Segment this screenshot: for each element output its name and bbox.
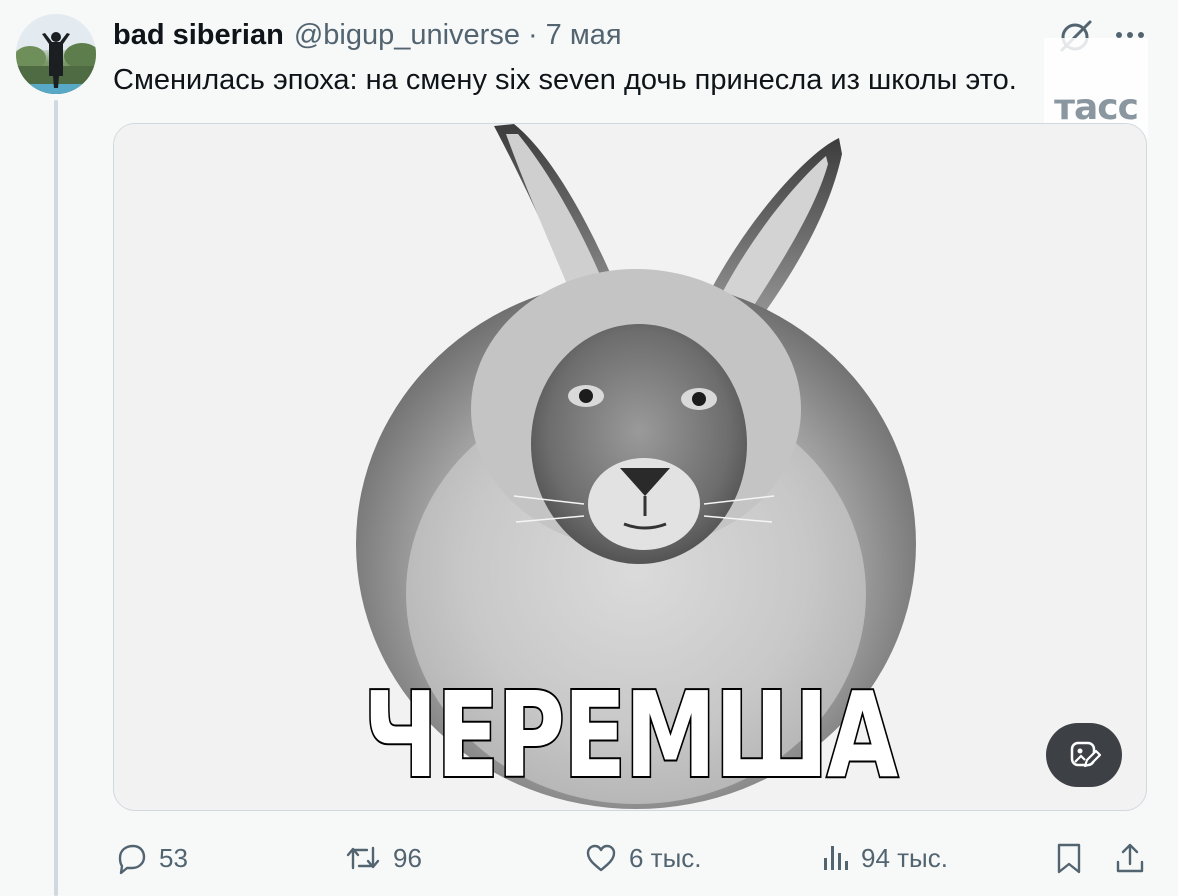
bookmark-button[interactable] — [1053, 834, 1095, 882]
tweet-image[interactable]: ЧЕРЕМША — [113, 123, 1147, 811]
tweet-header: bad siberian @bigup_universe · 7 мая — [113, 18, 622, 52]
share-button[interactable] — [1113, 834, 1157, 882]
tweet-date[interactable]: 7 мая — [546, 19, 622, 52]
avatar-image — [16, 14, 96, 94]
separator-dot: · — [527, 18, 538, 51]
edit-image-button[interactable] — [1046, 723, 1122, 787]
edit-image-icon — [1070, 741, 1101, 768]
reply-count: 53 — [159, 842, 188, 873]
like-count: 6 тыс. — [629, 842, 702, 873]
reply-button[interactable]: 53 — [113, 834, 188, 882]
heart-icon — [586, 844, 616, 872]
tweet-text: Сменилась эпоха: на смену six seven дочь… — [113, 64, 1017, 96]
repost-count: 96 — [393, 842, 422, 873]
user-handle[interactable]: @bigup_universe — [294, 19, 520, 52]
avatar[interactable] — [16, 14, 96, 94]
reply-icon — [118, 844, 146, 875]
action-bar: 53 96 6 тыс. 94 тыс. — [113, 834, 1153, 882]
like-button[interactable]: 6 тыс. — [583, 834, 702, 882]
views-button[interactable]: 94 тыс. — [819, 834, 948, 882]
thread-line — [54, 100, 58, 896]
tass-logo-text: тасс — [1054, 87, 1139, 128]
image-caption: ЧЕРЕМША — [362, 666, 900, 804]
views-icon — [824, 846, 848, 870]
display-name[interactable]: bad siberian — [113, 19, 284, 52]
repost-icon — [346, 846, 380, 870]
share-icon — [1116, 843, 1144, 873]
views-count: 94 тыс. — [861, 842, 948, 873]
bookmark-icon — [1057, 843, 1081, 874]
repost-button[interactable]: 96 — [343, 834, 422, 882]
